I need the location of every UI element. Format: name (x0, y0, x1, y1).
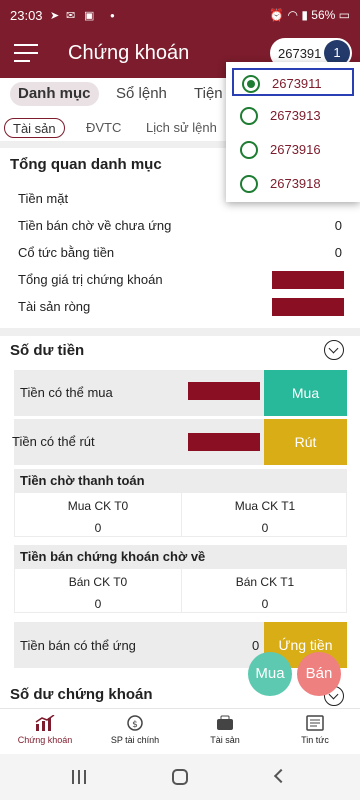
account-option-label: 2673918 (270, 176, 321, 191)
pending-val-t0: 0 (94, 521, 102, 535)
notification-icon: ▣ (84, 10, 95, 22)
redacted-net-assets (272, 298, 344, 316)
account-option[interactable]: 2673918 (232, 170, 354, 198)
news-icon (306, 715, 324, 731)
stock-balance-title: Số dư chứng khoán (10, 686, 153, 703)
pending-sale-label: Tiền bán chờ về chưa ứng (18, 218, 172, 233)
system-nav-bar (0, 754, 360, 800)
pending-payment-grid: Mua CK T0 Mua CK T1 0 0 (14, 493, 347, 537)
nav-label: Tin tức (301, 735, 329, 745)
chevron-down-icon[interactable] (324, 340, 344, 360)
redacted-buyable-cash (188, 382, 260, 400)
wifi-icon: ◠ (287, 8, 298, 22)
divider (0, 328, 360, 336)
signal-icon: ▮ (301, 8, 308, 22)
incoming-sale-title: Tiền bán chứng khoán chờ về (14, 545, 347, 569)
pending-sale-value: 0 (334, 218, 342, 233)
net-assets-label: Tài sản ròng (18, 299, 91, 314)
radio-icon (240, 107, 258, 125)
account-option[interactable]: 2673913 (232, 102, 354, 130)
dot-icon: ● (110, 11, 115, 20)
alarm-icon: ⏰ (269, 8, 285, 22)
advance-row: Tiền bán có thể ứng 0 Ứng tiền (14, 622, 347, 668)
account-number: 267391 (278, 46, 322, 61)
fab-sell-button[interactable]: Bán (297, 652, 341, 696)
incoming-val-t1: 0 (261, 597, 269, 611)
nav-label: SP tài chính (110, 735, 160, 745)
incoming-col-t1: Bán CK T1 (235, 575, 295, 589)
redacted-securities-value (272, 271, 344, 289)
chart-icon (35, 715, 55, 731)
pending-payment-title: Tiền chờ thanh toán (14, 469, 347, 493)
nav-tin-tuc[interactable]: Tin tức (270, 709, 360, 755)
status-right: ⏰ ◠ ▮ 56% ▭ (269, 8, 350, 22)
account-option[interactable]: 2673911 (232, 68, 354, 96)
nav-label: Tài sản (210, 735, 240, 745)
buyable-cash-label: Tiền có thể mua (20, 385, 113, 400)
cash-dividend-value: 0 (334, 245, 342, 260)
radio-icon (240, 141, 258, 159)
overview-title: Tổng quan danh mục (10, 156, 162, 173)
bottom-nav: Chứng khoán $ SP tài chính Tài sản Tin t… (0, 708, 360, 754)
tab-so-lenh[interactable]: Sổ lệnh (116, 82, 167, 106)
nav-chung-khoan[interactable]: Chứng khoán (0, 709, 90, 755)
securities-value-label: Tổng giá trị chứng khoán (18, 272, 163, 287)
coin-icon: $ (127, 715, 143, 731)
pending-col-t1: Mua CK T1 (234, 499, 296, 513)
incoming-val-t0: 0 (94, 597, 102, 611)
recents-icon[interactable] (72, 770, 88, 784)
account-option-label: 2673913 (270, 108, 321, 123)
withdrawable-cash-row: Tiền có thể rút Rút (12, 419, 347, 465)
nav-label: Chứng khoán (17, 735, 73, 745)
cash-label: Tiền mặt (18, 191, 69, 206)
buyable-cash-row: Tiền có thể mua Mua (14, 370, 347, 416)
account-option-label: 2673911 (272, 76, 322, 91)
account-dropdown: 2673911 2673913 2673916 2673918 (226, 62, 360, 202)
back-icon[interactable] (273, 768, 289, 784)
account-option[interactable]: 2673916 (232, 136, 354, 164)
radio-icon (240, 175, 258, 193)
wallet-icon (217, 715, 233, 730)
nav-sp-tai-chinh[interactable]: $ SP tài chính (90, 709, 180, 755)
withdrawable-cash-label: Tiền có thể rút (12, 434, 95, 449)
tab-danh-muc[interactable]: Danh mục (10, 82, 99, 106)
message-icon: ✉ (66, 10, 76, 22)
redacted-withdrawable-cash (188, 433, 260, 451)
pending-col-t0: Mua CK T0 (67, 499, 129, 513)
advance-label: Tiền bán có thể ứng (20, 638, 136, 653)
page-title: Chứng khoán (68, 42, 190, 64)
cash-dividend-label: Cổ tức bằng tiền (18, 245, 115, 260)
telegram-icon: ➤ (50, 10, 60, 22)
nav-tai-san[interactable]: Tài sản (180, 709, 270, 755)
pending-val-t1: 0 (261, 521, 269, 535)
menu-icon[interactable] (14, 44, 38, 64)
status-time: 23:03 (10, 8, 43, 23)
incoming-col-t0: Bán CK T0 (68, 575, 128, 589)
withdraw-button[interactable]: Rút (264, 419, 347, 465)
cash-balance-title: Số dư tiền (10, 342, 85, 359)
advance-value: 0 (252, 638, 260, 653)
incoming-sale-grid: Bán CK T0 Bán CK T1 0 0 (14, 569, 347, 613)
buy-button[interactable]: Mua (264, 370, 347, 416)
battery-icon: ▭ (338, 8, 350, 22)
subtab-dvtc[interactable]: ĐVTC (86, 118, 121, 138)
subtab-lich-su-lenh[interactable]: Lịch sử lệnh (146, 118, 217, 138)
home-icon[interactable] (172, 769, 188, 785)
battery-level: 56% (311, 8, 336, 22)
status-bar: 23:03 ➤ ✉ ▣ ● ⏰ ◠ ▮ 56% ▭ (0, 0, 360, 32)
account-option-label: 2673916 (270, 142, 321, 157)
svg-text:$: $ (132, 720, 138, 730)
subtab-tai-san[interactable]: Tài sản (4, 118, 65, 138)
fab-buy-button[interactable]: Mua (248, 652, 292, 696)
radio-selected-icon (242, 75, 260, 93)
